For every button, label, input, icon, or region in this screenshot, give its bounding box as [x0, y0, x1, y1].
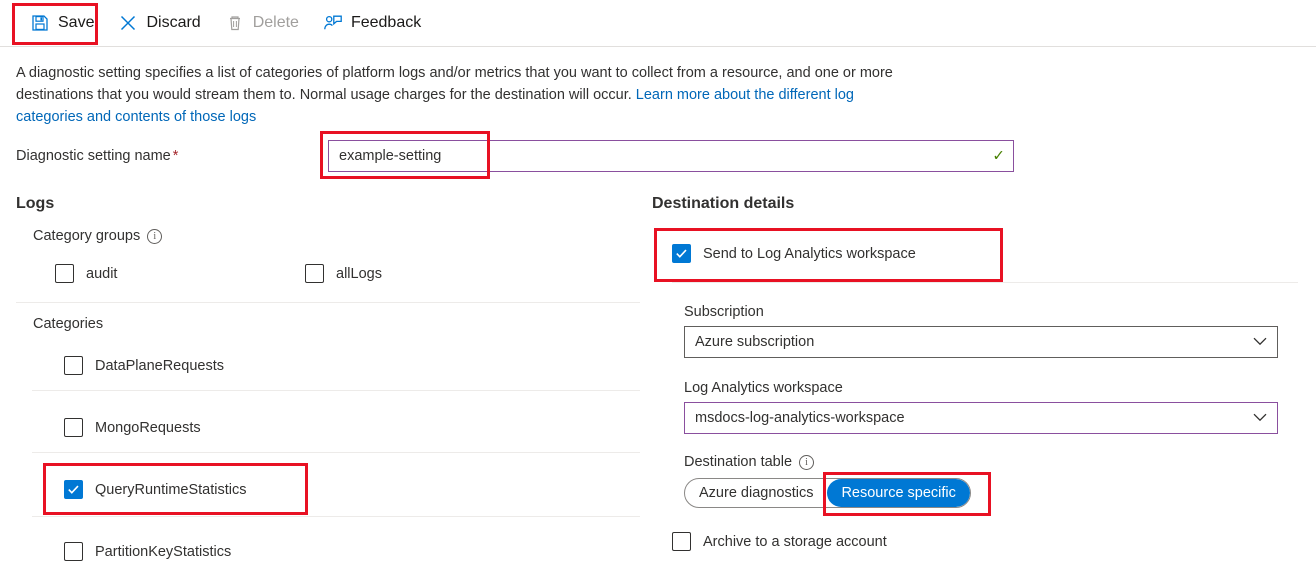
divider-after-send-log-analytics [672, 282, 1298, 283]
checkbox-alllogs[interactable] [305, 264, 324, 283]
log-analytics-workspace-dropdown[interactable]: msdocs-log-analytics-workspace [684, 402, 1278, 434]
checkbox-label-queryruntimestatistics: QueryRuntimeStatistics [95, 482, 247, 498]
checkbox-row-audit[interactable]: audit [55, 264, 305, 283]
diagnostic-setting-name-input[interactable] [329, 141, 1013, 171]
diagnostic-setting-name-row: Diagnostic setting name* ✓ [16, 140, 1016, 172]
divider-after-dataplanerequests [32, 390, 640, 391]
feedback-icon [323, 13, 343, 33]
subscription-label: Subscription [684, 304, 764, 320]
diagnostic-setting-name-label: Diagnostic setting name* [16, 148, 328, 164]
page-description: A diagnostic setting specifies a list of… [16, 62, 896, 128]
log-analytics-workspace-label: Log Analytics workspace [684, 380, 843, 396]
checkbox-label-send-log-analytics: Send to Log Analytics workspace [703, 246, 916, 262]
destination-table-label-text: Destination table [684, 454, 792, 470]
toggle-option-azure-diagnostics[interactable]: Azure diagnostics [685, 479, 827, 507]
checkbox-row-send-log-analytics[interactable]: Send to Log Analytics workspace [672, 244, 916, 263]
category-groups-info-icon[interactable]: i [147, 229, 162, 244]
destination-table-info-icon[interactable]: i [799, 455, 814, 470]
checkbox-label-audit: audit [86, 266, 117, 282]
checkbox-queryruntimestatistics[interactable] [64, 480, 83, 499]
name-label-text: Diagnostic setting name [16, 148, 171, 164]
discard-icon [118, 13, 138, 33]
chevron-down-icon [1253, 336, 1267, 348]
destination-table-label: Destination table i [684, 454, 814, 470]
divider-after-mongorequests [32, 452, 640, 453]
save-button[interactable]: Save [20, 6, 104, 40]
delete-icon [225, 13, 245, 33]
category-groups-label-text: Category groups [33, 228, 140, 244]
checkbox-dataplanerequests[interactable] [64, 356, 83, 375]
chevron-down-icon [1253, 412, 1267, 424]
category-groups-row: audit allLogs [55, 264, 615, 283]
categories-label: Categories [33, 316, 103, 332]
command-toolbar: Save Discard Delete [0, 0, 1316, 47]
subscription-dropdown-value: Azure subscription [695, 334, 814, 350]
diagnostic-setting-name-field[interactable]: ✓ [328, 140, 1014, 172]
checkbox-label-dataplanerequests: DataPlaneRequests [95, 358, 224, 374]
destination-table-toggle[interactable]: Azure diagnostics Resource specific [684, 478, 971, 508]
divider-after-category-groups [16, 302, 640, 303]
checkbox-send-log-analytics[interactable] [672, 244, 691, 263]
checkbox-row-dataplanerequests[interactable]: DataPlaneRequests [64, 356, 224, 375]
checkbox-audit[interactable] [55, 264, 74, 283]
logs-section-title: Logs [16, 195, 54, 213]
checkbox-row-queryruntimestatistics[interactable]: QueryRuntimeStatistics [64, 480, 247, 499]
validation-check-icon: ✓ [992, 149, 1005, 164]
checkbox-archive-storage[interactable] [672, 532, 691, 551]
checkbox-row-archive-storage[interactable]: Archive to a storage account [672, 532, 887, 551]
checkbox-partitionkeystatistics[interactable] [64, 542, 83, 561]
feedback-button[interactable]: Feedback [313, 6, 431, 40]
destination-details-title: Destination details [652, 195, 794, 213]
checkbox-label-partitionkeystatistics: PartitionKeyStatistics [95, 544, 231, 560]
checkbox-row-alllogs[interactable]: allLogs [305, 264, 382, 283]
discard-button[interactable]: Discard [108, 6, 210, 40]
checkbox-row-mongorequests[interactable]: MongoRequests [64, 418, 201, 437]
toggle-option-resource-specific[interactable]: Resource specific [827, 479, 969, 507]
delete-button: Delete [215, 6, 309, 40]
log-analytics-workspace-dropdown-value: msdocs-log-analytics-workspace [695, 410, 905, 426]
save-button-label: Save [58, 15, 94, 31]
subscription-dropdown[interactable]: Azure subscription [684, 326, 1278, 358]
checkbox-label-archive-storage: Archive to a storage account [703, 534, 887, 550]
delete-button-label: Delete [253, 15, 299, 31]
checkbox-mongorequests[interactable] [64, 418, 83, 437]
divider-after-queryruntimestatistics [32, 516, 640, 517]
feedback-button-label: Feedback [351, 15, 421, 31]
discard-button-label: Discard [146, 15, 200, 31]
categories-label-text: Categories [33, 316, 103, 332]
checkbox-row-partitionkeystatistics[interactable]: PartitionKeyStatistics [64, 542, 231, 561]
checkbox-label-mongorequests: MongoRequests [95, 420, 201, 436]
checkbox-label-alllogs: allLogs [336, 266, 382, 282]
diagnostic-setting-page: Save Discard Delete [0, 0, 1316, 564]
required-asterisk: * [173, 148, 179, 164]
category-groups-label: Category groups i [33, 228, 162, 244]
save-icon [30, 13, 50, 33]
